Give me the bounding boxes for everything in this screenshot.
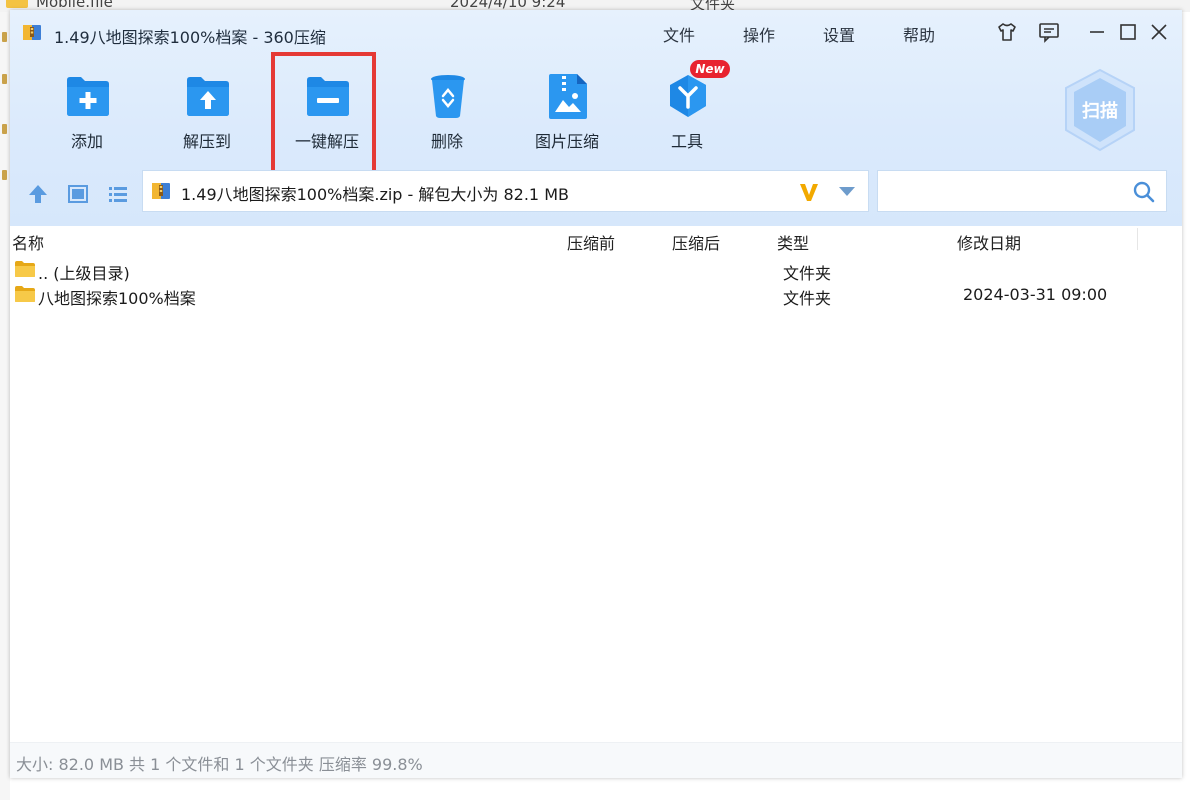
list-view-icon[interactable] <box>106 182 130 206</box>
background-left-edge <box>0 12 10 800</box>
menu-operate[interactable]: 操作 <box>743 22 775 46</box>
image-compress-button[interactable]: 图片压缩 <box>517 70 617 162</box>
tools-label: 工具 <box>670 132 703 151</box>
skin-icon[interactable] <box>995 20 1019 44</box>
scan-label: 扫描 <box>1082 100 1118 122</box>
column-divider[interactable] <box>1137 228 1138 250</box>
image-compress-icon <box>549 74 587 119</box>
close-icon[interactable] <box>1147 20 1171 44</box>
window-title: 1.49八地图探索100%档案 - 360压缩 <box>54 28 326 47</box>
menu-settings[interactable]: 设置 <box>823 22 855 46</box>
one-click-extract-label: 一键解压 <box>294 132 359 151</box>
add-button[interactable]: 添加 <box>37 70 137 162</box>
background-folder-icon <box>6 0 28 8</box>
zip-file-icon <box>152 183 170 199</box>
extract-to-button[interactable]: 解压到 <box>157 70 257 162</box>
tools-icon <box>670 75 706 117</box>
tools-button[interactable]: 工具 <box>637 70 737 162</box>
archive-path-text: 1.49八地图探索100%档案.zip - 解包大小为 82.1 MB <box>181 185 569 204</box>
extract-to-label: 解压到 <box>182 132 231 151</box>
recycle-bin-icon <box>431 75 465 118</box>
folder-icon <box>15 286 35 302</box>
new-badge: New <box>690 60 730 78</box>
row-date: 2024-03-31 09:00 <box>963 285 1108 304</box>
v-verify-icon[interactable] <box>797 180 821 204</box>
path-dropdown-chevron-icon[interactable] <box>839 187 855 196</box>
feedback-icon[interactable] <box>1037 20 1061 44</box>
up-level-icon[interactable] <box>26 182 50 206</box>
column-header-name[interactable]: 名称 <box>12 230 44 254</box>
column-header-date[interactable]: 修改日期 <box>957 230 1021 254</box>
title-bar: 1.49八地图探索100%档案 - 360压缩 文件 操作 设置 帮助 <box>10 10 1182 56</box>
menu-help[interactable]: 帮助 <box>903 22 935 46</box>
scan-shield-button[interactable]: 扫描 <box>1062 68 1138 152</box>
status-text: 大小: 82.0 MB 共 1 个文件和 1 个文件夹 压缩率 99.8% <box>16 755 423 774</box>
one-click-extract-icon <box>307 77 349 116</box>
row-name: 八地图探索100%档案 <box>38 289 196 308</box>
archive-window: 1.49八地图探索100%档案 - 360压缩 文件 操作 设置 帮助 添加 解… <box>10 10 1182 778</box>
path-bar[interactable]: 1.49八地图探索100%档案.zip - 解包大小为 82.1 MB <box>142 170 869 212</box>
thumbnail-view-icon[interactable] <box>66 182 90 206</box>
menu-file[interactable]: 文件 <box>663 22 695 46</box>
folder-icon <box>15 261 35 277</box>
search-icon[interactable] <box>1132 180 1156 204</box>
column-header-after[interactable]: 压缩后 <box>672 230 720 254</box>
list-item-parent-dir[interactable]: .. (上级目录) 文件夹 <box>10 258 1182 283</box>
list-item-folder[interactable]: 八地图探索100%档案 文件夹 2024-03-31 09:00 <box>10 283 1182 308</box>
row-type: 文件夹 <box>783 264 832 283</box>
add-label: 添加 <box>70 132 103 151</box>
column-header-before[interactable]: 压缩前 <box>567 230 615 254</box>
row-name: .. (上级目录) <box>38 264 130 283</box>
extract-to-icon <box>187 77 229 116</box>
row-type: 文件夹 <box>783 289 832 308</box>
status-bar: 大小: 82.0 MB 共 1 个文件和 1 个文件夹 压缩率 99.8% <box>10 742 1182 778</box>
delete-button[interactable]: 删除 <box>397 70 497 162</box>
column-header-type[interactable]: 类型 <box>777 230 809 254</box>
one-click-extract-button[interactable]: 一键解压 <box>277 70 377 162</box>
search-field[interactable] <box>877 170 1167 212</box>
add-folder-icon <box>67 77 109 116</box>
minimize-icon[interactable] <box>1085 20 1109 44</box>
zip-archive-icon <box>23 25 41 40</box>
delete-label: 删除 <box>430 132 463 151</box>
image-compress-label: 图片压缩 <box>534 132 599 151</box>
maximize-icon[interactable] <box>1116 20 1140 44</box>
